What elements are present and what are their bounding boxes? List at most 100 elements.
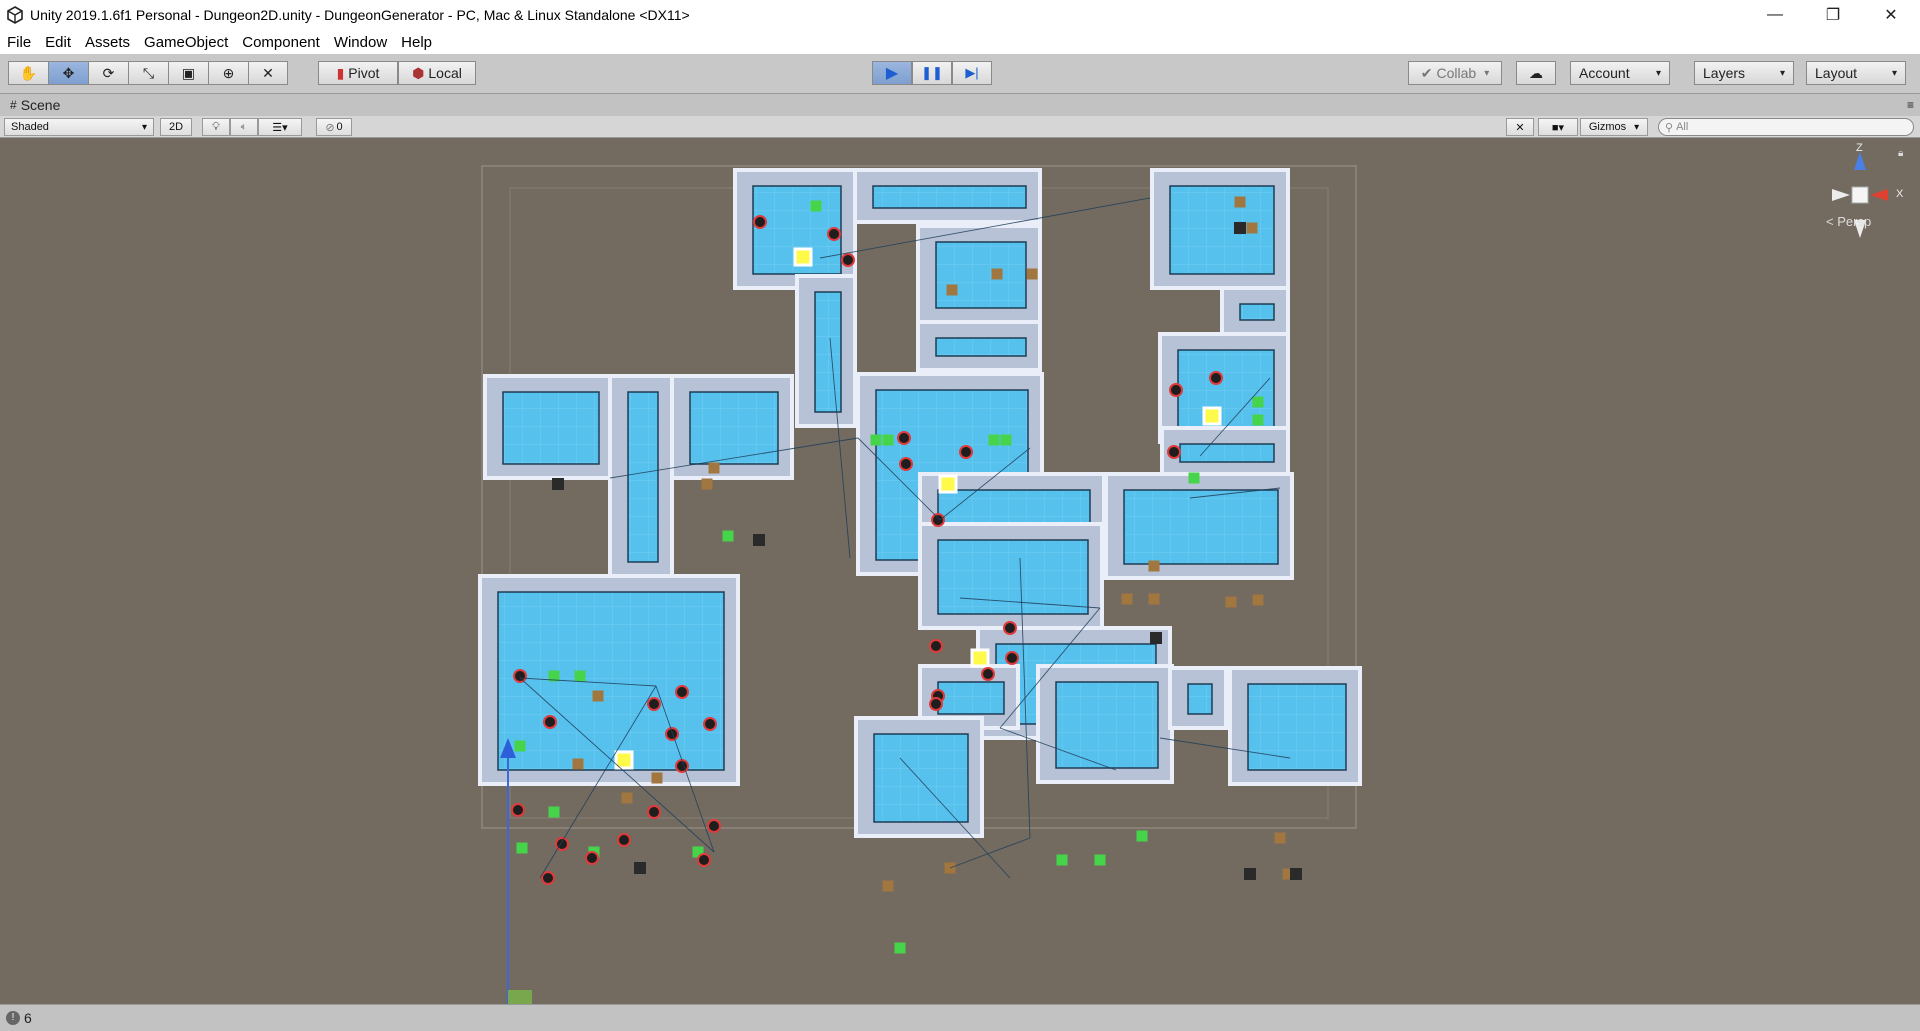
orientation-gizmo[interactable]: Z X 🔒︎ < Persp bbox=[1800, 142, 1920, 258]
dungeon-room[interactable] bbox=[918, 522, 1104, 630]
crate[interactable] bbox=[1148, 593, 1160, 605]
rect-tool-button[interactable]: ▣ bbox=[168, 61, 208, 85]
crate[interactable] bbox=[708, 462, 720, 474]
crate[interactable] bbox=[592, 690, 604, 702]
crate[interactable] bbox=[991, 268, 1003, 280]
pickup[interactable] bbox=[894, 942, 906, 954]
crate[interactable] bbox=[1234, 196, 1246, 208]
plane-handle-icon[interactable] bbox=[508, 990, 532, 1004]
pillar[interactable] bbox=[1244, 868, 1256, 880]
enemy[interactable] bbox=[541, 871, 555, 885]
pickup[interactable] bbox=[1000, 434, 1012, 446]
hand-tool-button[interactable]: ✋ bbox=[8, 61, 48, 85]
dungeon-room[interactable] bbox=[1036, 664, 1174, 784]
enemy[interactable] bbox=[1209, 371, 1223, 385]
dungeon-room[interactable] bbox=[1220, 286, 1290, 336]
light-tile[interactable] bbox=[938, 474, 958, 494]
tab-menu-icon[interactable]: ≡ bbox=[1907, 98, 1914, 112]
pickup[interactable] bbox=[988, 434, 1000, 446]
dungeon-room[interactable] bbox=[1150, 168, 1290, 290]
enemy[interactable] bbox=[697, 853, 711, 867]
pickup[interactable] bbox=[1136, 830, 1148, 842]
enemy[interactable] bbox=[931, 513, 945, 527]
dungeon-room[interactable] bbox=[854, 716, 984, 838]
enemy[interactable] bbox=[899, 457, 913, 471]
pillar[interactable] bbox=[552, 478, 564, 490]
menu-gameobject[interactable]: GameObject bbox=[137, 34, 235, 51]
camera-dropdown[interactable]: ■▾ bbox=[1538, 118, 1578, 136]
enemy[interactable] bbox=[703, 717, 717, 731]
light-tile[interactable] bbox=[1202, 406, 1222, 426]
enemy[interactable] bbox=[841, 253, 855, 267]
pickup[interactable] bbox=[548, 806, 560, 818]
light-tile[interactable] bbox=[614, 750, 634, 770]
pillar[interactable] bbox=[634, 862, 646, 874]
layout-dropdown[interactable]: Layout bbox=[1806, 61, 1906, 85]
crate[interactable] bbox=[1274, 832, 1286, 844]
gizmos-dropdown[interactable]: Gizmos bbox=[1580, 118, 1648, 136]
enemy[interactable] bbox=[897, 431, 911, 445]
minimize-button[interactable]: — bbox=[1746, 0, 1804, 30]
pickup[interactable] bbox=[514, 740, 526, 752]
play-button[interactable]: ▶ bbox=[872, 61, 912, 85]
pickup[interactable] bbox=[574, 670, 586, 682]
dungeon-room[interactable] bbox=[1168, 666, 1228, 730]
enemy[interactable] bbox=[1003, 621, 1017, 635]
crate[interactable] bbox=[1026, 268, 1038, 280]
crate[interactable] bbox=[882, 880, 894, 892]
pillar[interactable] bbox=[753, 534, 765, 546]
pickup[interactable] bbox=[1252, 414, 1264, 426]
close-button[interactable]: ✕ bbox=[1862, 0, 1920, 30]
enemy[interactable] bbox=[707, 819, 721, 833]
pillar[interactable] bbox=[1234, 222, 1246, 234]
crate[interactable] bbox=[1121, 593, 1133, 605]
menu-help[interactable]: Help bbox=[394, 34, 439, 51]
pickup[interactable] bbox=[810, 200, 822, 212]
local-toggle[interactable]: ⬢ Local bbox=[398, 61, 476, 85]
pickup[interactable] bbox=[516, 842, 528, 854]
custom-tool-button[interactable]: ✕ bbox=[248, 61, 288, 85]
hidden-objects-toggle[interactable]: ⊘ 0 bbox=[316, 118, 352, 136]
crate[interactable] bbox=[1252, 594, 1264, 606]
enemy[interactable] bbox=[929, 639, 943, 653]
pickup[interactable] bbox=[870, 434, 882, 446]
menu-window[interactable]: Window bbox=[327, 34, 394, 51]
enemy[interactable] bbox=[665, 727, 679, 741]
enemy[interactable] bbox=[543, 715, 557, 729]
collab-dropdown[interactable]: ✔ Collab bbox=[1408, 61, 1502, 85]
projection-label[interactable]: < Persp bbox=[1826, 214, 1871, 229]
tab-scene[interactable]: # Scene bbox=[0, 97, 60, 113]
menu-edit[interactable]: Edit bbox=[38, 34, 78, 51]
enemy[interactable] bbox=[959, 445, 973, 459]
enemy[interactable] bbox=[1169, 383, 1183, 397]
dungeon-room[interactable] bbox=[795, 274, 857, 428]
crate[interactable] bbox=[1225, 596, 1237, 608]
pickup[interactable] bbox=[1094, 854, 1106, 866]
pickup[interactable] bbox=[1056, 854, 1068, 866]
pause-button[interactable]: ❚❚ bbox=[912, 61, 952, 85]
enemy[interactable] bbox=[513, 669, 527, 683]
menu-assets[interactable]: Assets bbox=[78, 34, 137, 51]
enemy[interactable] bbox=[753, 215, 767, 229]
enemy[interactable] bbox=[647, 697, 661, 711]
crate[interactable] bbox=[1246, 222, 1258, 234]
draw-mode-dropdown[interactable]: Shaded bbox=[4, 118, 154, 136]
dungeon-room[interactable] bbox=[853, 168, 1042, 224]
lock-icon[interactable]: 🔒︎ bbox=[1898, 148, 1903, 159]
restore-button[interactable]: ❐ bbox=[1804, 0, 1862, 30]
account-dropdown[interactable]: Account bbox=[1570, 61, 1670, 85]
2d-toggle[interactable]: 2D bbox=[160, 118, 192, 136]
crate[interactable] bbox=[572, 758, 584, 770]
pivot-toggle[interactable]: ▮ Pivot bbox=[318, 61, 398, 85]
enemy[interactable] bbox=[1167, 445, 1181, 459]
enemy[interactable] bbox=[647, 805, 661, 819]
enemy[interactable] bbox=[929, 697, 943, 711]
pickup[interactable] bbox=[882, 434, 894, 446]
move-tool-button[interactable]: ✥ bbox=[48, 61, 88, 85]
rotate-tool-button[interactable]: ⟳ bbox=[88, 61, 128, 85]
enemy[interactable] bbox=[675, 759, 689, 773]
cloud-button[interactable]: ☁ bbox=[1516, 61, 1556, 85]
info-icon[interactable]: ! bbox=[6, 1011, 20, 1025]
crate[interactable] bbox=[946, 284, 958, 296]
enemy[interactable] bbox=[981, 667, 995, 681]
